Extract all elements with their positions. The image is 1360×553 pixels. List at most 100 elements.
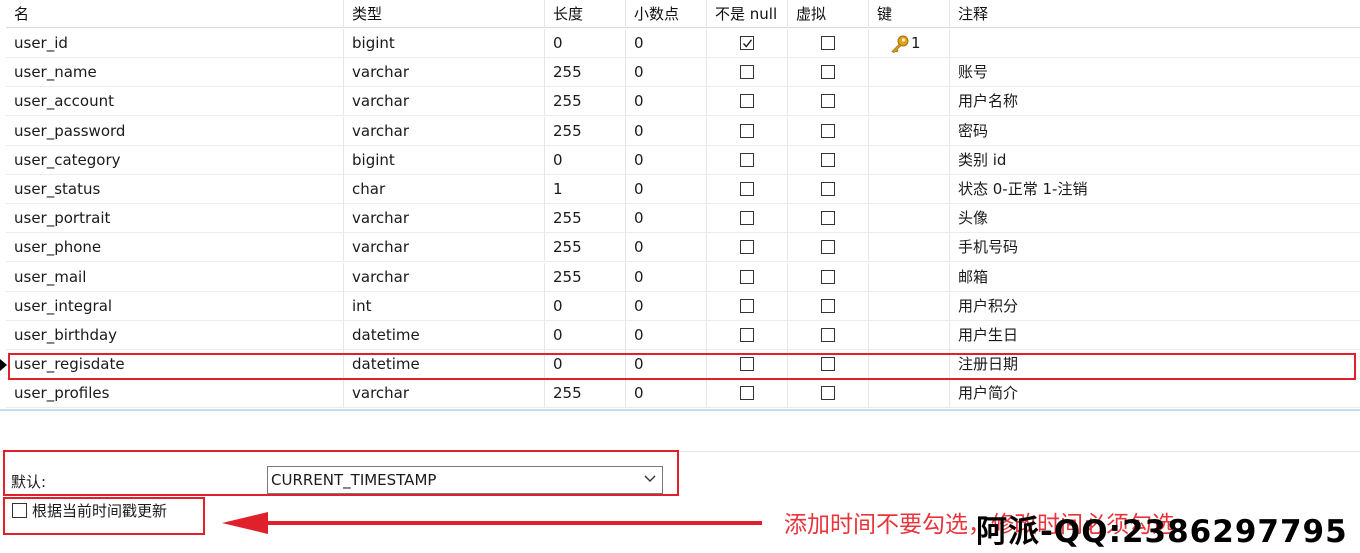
field-length-cell[interactable]: 255	[545, 379, 626, 409]
virtual-checkbox[interactable]	[821, 298, 835, 313]
virtual-checkbox[interactable]	[821, 152, 835, 167]
field-length-cell[interactable]: 255	[545, 87, 626, 117]
field-comment-cell[interactable]: 密码	[950, 117, 1360, 146]
field-type-cell[interactable]: varchar	[344, 87, 545, 117]
not-null-checkbox[interactable]	[740, 328, 754, 342]
not-null-checkbox[interactable]	[740, 269, 754, 284]
table-row[interactable]: user_id bigint 0 0 1	[0, 29, 1360, 58]
field-type-cell[interactable]: varchar	[344, 204, 545, 234]
field-decimals-cell[interactable]: 0	[626, 116, 707, 146]
key-cell[interactable]: 1	[869, 29, 950, 58]
not-null-checkbox[interactable]	[740, 298, 754, 313]
field-name-cell[interactable]: user_profiles	[6, 379, 344, 409]
field-decimals-cell[interactable]: 0	[626, 175, 707, 204]
field-length-cell[interactable]: 1	[545, 175, 626, 204]
field-type-cell[interactable]: varchar	[344, 116, 545, 146]
not-null-checkbox[interactable]	[740, 240, 754, 255]
field-length-cell[interactable]: 255	[545, 204, 626, 234]
header-comment[interactable]: 注释	[950, 0, 1360, 28]
field-type-cell[interactable]: varchar	[344, 379, 545, 409]
field-name-cell[interactable]: user_account	[6, 87, 344, 117]
field-type-cell[interactable]: varchar	[344, 58, 545, 88]
not-null-checkbox[interactable]	[740, 152, 754, 167]
field-type-cell[interactable]: datetime	[344, 321, 545, 350]
field-name-cell[interactable]: user_category	[6, 145, 344, 175]
field-decimals-cell[interactable]: 0	[626, 87, 707, 117]
table-row[interactable]: user_account varchar 255 0 用户名称	[0, 87, 1360, 117]
field-comment-cell[interactable]: 用户生日	[950, 321, 1360, 350]
header-not-null[interactable]: 不是 null	[707, 0, 788, 28]
field-decimals-cell[interactable]: 0	[626, 379, 707, 409]
field-type-cell[interactable]: bigint	[344, 145, 545, 175]
field-type-cell[interactable]: varchar	[344, 262, 545, 292]
table-row[interactable]: user_category bigint 0 0 类别 id	[0, 145, 1360, 175]
virtual-checkbox[interactable]	[821, 123, 835, 138]
field-decimals-cell[interactable]: 0	[626, 204, 707, 234]
field-decimals-cell[interactable]: 0	[626, 58, 707, 88]
field-decimals-cell[interactable]: 0	[626, 233, 707, 263]
field-comment-cell[interactable]: 用户简介	[950, 379, 1360, 409]
header-type[interactable]: 类型	[344, 0, 545, 28]
field-length-cell[interactable]: 255	[545, 233, 626, 263]
field-comment-cell[interactable]	[950, 29, 1360, 58]
header-length[interactable]: 长度	[545, 0, 626, 28]
field-length-cell[interactable]: 255	[545, 58, 626, 88]
not-null-checkbox[interactable]	[740, 182, 754, 196]
key-cell[interactable]	[869, 175, 950, 204]
not-null-checkbox[interactable]	[740, 65, 754, 80]
field-comment-cell[interactable]: 手机号码	[950, 233, 1360, 263]
table-row[interactable]: user_status char 1 0 状态 0-正常 1-注销	[0, 175, 1360, 204]
field-decimals-cell[interactable]: 0	[626, 262, 707, 292]
key-cell[interactable]	[869, 58, 950, 88]
table-row[interactable]: user_password varchar 255 0 密码	[0, 116, 1360, 146]
field-length-cell[interactable]: 255	[545, 116, 626, 146]
not-null-checkbox[interactable]	[740, 386, 754, 401]
field-comment-cell[interactable]: 类别 id	[950, 146, 1360, 175]
key-cell[interactable]	[869, 262, 950, 292]
key-cell[interactable]	[869, 291, 950, 321]
table-row[interactable]: user_portrait varchar 255 0 头像	[0, 204, 1360, 234]
field-name-cell[interactable]: user_name	[6, 58, 344, 88]
field-decimals-cell[interactable]: 0	[626, 29, 707, 58]
field-comment-cell[interactable]: 邮箱	[950, 263, 1360, 292]
virtual-checkbox[interactable]	[821, 65, 835, 80]
field-name-cell[interactable]: user_phone	[6, 233, 344, 263]
header-virtual[interactable]: 虚拟	[788, 0, 869, 28]
field-name-cell[interactable]: user_integral	[6, 291, 344, 321]
field-name-cell[interactable]: user_password	[6, 116, 344, 146]
field-decimals-cell[interactable]: 0	[626, 291, 707, 321]
field-length-cell[interactable]: 0	[545, 29, 626, 58]
field-comment-cell[interactable]: 状态 0-正常 1-注销	[950, 175, 1360, 204]
header-decimals[interactable]: 小数点	[626, 0, 707, 28]
virtual-checkbox[interactable]	[821, 36, 835, 50]
table-row[interactable]: user_mail varchar 255 0 邮箱	[0, 262, 1360, 292]
field-decimals-cell[interactable]: 0	[626, 321, 707, 350]
virtual-checkbox[interactable]	[821, 240, 835, 255]
field-name-cell[interactable]: user_mail	[6, 262, 344, 292]
virtual-checkbox[interactable]	[821, 94, 835, 109]
table-row[interactable]: user_integral int 0 0 用户积分	[0, 291, 1360, 321]
key-cell[interactable]	[869, 204, 950, 234]
table-row[interactable]: user_birthday datetime 0 0 用户生日	[0, 321, 1360, 350]
field-length-cell[interactable]: 255	[545, 262, 626, 292]
field-name-cell[interactable]: user_birthday	[6, 321, 344, 350]
virtual-checkbox[interactable]	[821, 182, 835, 196]
field-decimals-cell[interactable]: 0	[626, 145, 707, 175]
field-length-cell[interactable]: 0	[545, 321, 626, 350]
not-null-checkbox[interactable]	[740, 211, 754, 226]
table-row[interactable]: user_name varchar 255 0 账号	[0, 58, 1360, 88]
virtual-checkbox[interactable]	[821, 269, 835, 284]
key-cell[interactable]	[869, 116, 950, 146]
key-cell[interactable]	[869, 233, 950, 263]
table-row[interactable]: user_phone varchar 255 0 手机号码	[0, 233, 1360, 263]
field-type-cell[interactable]: int	[344, 291, 545, 321]
header-name[interactable]: 名	[6, 0, 344, 28]
field-name-cell[interactable]: user_status	[6, 175, 344, 204]
field-length-cell[interactable]: 0	[545, 145, 626, 175]
field-comment-cell[interactable]: 用户积分	[950, 292, 1360, 321]
field-type-cell[interactable]: varchar	[344, 233, 545, 263]
table-row[interactable]: user_profiles varchar 255 0 用户简介	[0, 379, 1360, 409]
key-cell[interactable]	[869, 145, 950, 175]
key-cell[interactable]	[869, 87, 950, 117]
not-null-checkbox[interactable]	[740, 94, 754, 109]
